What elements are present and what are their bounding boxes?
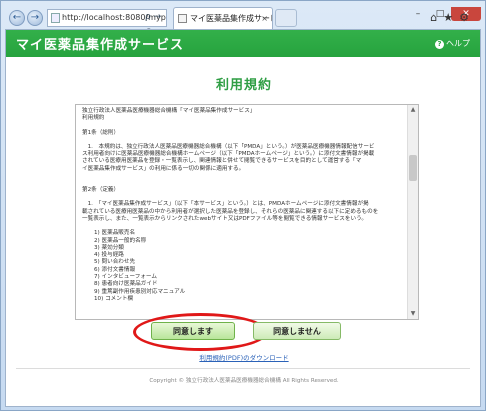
terms-line: 一覧表示し、また、一覧表示からリンクされたwebサイト又はPDFファイル等を閲覧…: [82, 215, 367, 222]
terms-line: されている医療用医薬品を登録・一覧表示し、関連情報と併せて閲覧できるサービスを目…: [82, 158, 362, 165]
terms-list-item: 6) 添付文書情報: [94, 266, 136, 273]
help-link[interactable]: ? ヘルプ: [435, 38, 470, 49]
web-page: マイ医薬品集作成サービス ? ヘルプ 利用規約 独立行政法人医薬品医療機器総合機構…: [5, 29, 481, 407]
terms-line: 利用規約: [82, 115, 105, 122]
terms-list-item: 10) コメント欄: [94, 295, 134, 302]
tab-close-icon[interactable]: ×: [261, 8, 268, 29]
copyright-footer: Copyright © 独立行政法人医薬品医療機器総合機構 All Rights…: [149, 378, 339, 384]
terms-list-item: 2) 医薬品一般的名称: [94, 237, 147, 244]
browser-toolbar: ← → http://localhost:8080/mype ρ → C マイ医…: [5, 7, 481, 38]
new-tab-button[interactable]: [275, 9, 297, 27]
terms-list-item: 9) 重篤副作用疾患別対応マニュアル: [94, 288, 186, 295]
minimize-icon[interactable]: –: [407, 7, 429, 21]
terms-line: 第2条（定義）: [82, 187, 120, 194]
address-tools[interactable]: ρ → C: [145, 9, 167, 38]
forward-arrow-icon[interactable]: →: [27, 10, 43, 26]
agree-button[interactable]: 同意します: [151, 322, 235, 340]
terms-pdf-download-link[interactable]: 利用規約(PDF)のダウンロード: [6, 352, 482, 362]
help-icon: ?: [435, 40, 444, 49]
site-title: マイ医薬品集作成サービス: [16, 38, 185, 53]
terms-blank-line: [82, 173, 404, 180]
footer-divider: [16, 368, 470, 369]
scroll-up-arrow-icon[interactable]: ▲: [408, 105, 418, 115]
scroll-thumb[interactable]: [409, 155, 417, 181]
terms-line: 1. 「マイ医薬品集作成サービス」（以下「本サービス」という。）とは、PMDAホ…: [82, 201, 369, 208]
site-header: マイ医薬品集作成サービス ? ヘルプ: [6, 30, 480, 57]
terms-line: 載されている医療用医薬品の中から利用者が選択した医薬品を登録し、それらの医薬品に…: [82, 208, 379, 215]
terms-line: 独立行政法人医薬品医療機器総合機構「マイ医薬品集作成サービス」: [82, 108, 256, 114]
scroll-down-arrow-icon[interactable]: ▼: [408, 309, 418, 319]
terms-textarea[interactable]: 独立行政法人医薬品医療機器総合機構「マイ医薬品集作成サービス」 利用規約第1条（総…: [75, 104, 419, 320]
disagree-button[interactable]: 同意しません: [253, 322, 341, 340]
terms-blank-line: [82, 137, 404, 144]
browser-toolbar-icons[interactable]: ⌂★⚙: [430, 11, 475, 24]
terms-line: 第1条（総則）: [82, 129, 120, 136]
terms-list-item: 1) 医薬品販売名: [94, 230, 136, 237]
terms-line: イ医薬品集作成サービス」の利用に係る一切の関係に適用する。: [82, 165, 245, 172]
back-arrow-icon[interactable]: ←: [9, 10, 25, 26]
terms-list-item: 8) 患者向け医薬品ガイド: [94, 281, 158, 288]
terms-list-item: 5) 問い合わせ先: [94, 259, 136, 266]
terms-content: 独立行政法人医薬品医療機器総合機構「マイ医薬品集作成サービス」 利用規約第1条（総…: [82, 108, 404, 303]
help-label: ヘルプ: [446, 39, 470, 48]
tab-page-icon: [178, 14, 187, 23]
terms-list-item: 3) 薬効分類: [94, 244, 124, 251]
terms-scrollbar[interactable]: ▲ ▼: [407, 105, 418, 319]
browser-window: ← → http://localhost:8080/mype ρ → C マイ医…: [0, 0, 486, 411]
page-title: 利用規約: [215, 78, 272, 93]
terms-blank-line: [82, 123, 404, 130]
page-icon: [51, 13, 60, 23]
terms-blank-line: [82, 180, 404, 187]
browser-tab[interactable]: マイ医薬品集作成サービ... ×: [173, 7, 273, 29]
